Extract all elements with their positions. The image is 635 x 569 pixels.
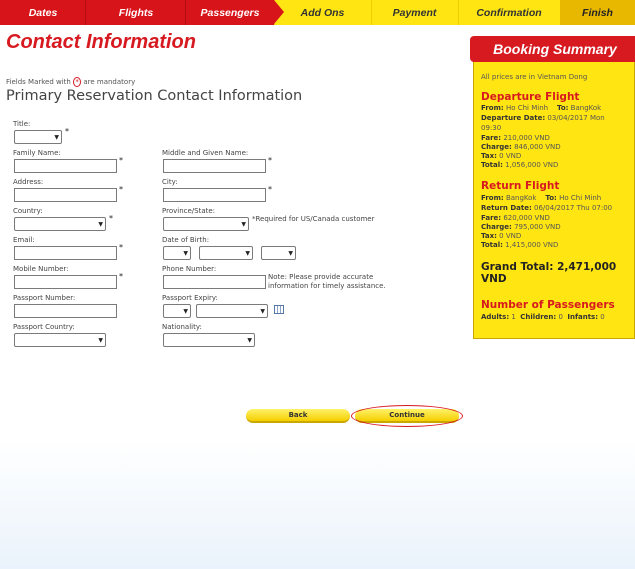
given-name-input[interactable] — [163, 159, 266, 173]
city-input[interactable] — [163, 188, 266, 202]
return-total: Total: 1,415,000 VND — [481, 241, 559, 249]
return-charge: Charge: 795,000 VND — [481, 223, 561, 231]
departure-total: Total: 1,056,000 VND — [481, 161, 559, 169]
departure-route: From: Ho Chi Minh To: BangKok — [481, 104, 602, 112]
passport-number-input[interactable] — [14, 304, 117, 318]
email-required: * — [119, 243, 123, 252]
return-date: Return Date: 06/04/2017 Thu 07:00 — [481, 204, 613, 212]
passport-number-label: Passport Number: — [13, 294, 76, 302]
title-required: * — [65, 127, 69, 136]
booking-summary-panel: Booking Summary All prices are in Vietna… — [470, 36, 635, 339]
step-flights: Flights — [86, 0, 186, 25]
departure-heading: Departure Flight — [481, 91, 580, 103]
address-required: * — [119, 185, 123, 194]
departure-charge: Charge: 846,000 VND — [481, 143, 561, 151]
given-name-label: Middle and Given Name: — [162, 149, 249, 157]
expiry-day-select[interactable] — [163, 304, 191, 318]
passenger-counts: Adults: 1 Children: 0 Infants: 0 — [481, 313, 605, 321]
page-title: Contact Information — [6, 31, 196, 53]
back-button[interactable]: Back — [246, 409, 350, 423]
calendar-icon[interactable] — [274, 305, 284, 314]
mandatory-star: * — [73, 77, 82, 87]
dob-day-select[interactable] — [163, 246, 191, 260]
passport-expiry-label: Passport Expiry: — [162, 294, 218, 302]
country-select[interactable] — [14, 217, 106, 231]
return-route: From: BangKok To: Ho Chi Minh — [481, 194, 602, 202]
dob-year-select[interactable] — [261, 246, 296, 260]
email-label: Email: — [13, 236, 35, 244]
step-add-ons: Add Ons — [274, 0, 371, 25]
nationality-select[interactable] — [163, 333, 255, 347]
email-input[interactable] — [14, 246, 117, 260]
address-label: Address: — [13, 178, 44, 186]
step-passengers: Passengers — [186, 0, 284, 25]
country-required: * — [109, 214, 113, 223]
currency-note: All prices are in Vietnam Dong — [481, 73, 588, 81]
return-heading: Return Flight — [481, 180, 560, 192]
progress-steps: Dates Flights Passengers Add Ons Payment… — [0, 0, 635, 25]
mandatory-note: Fields Marked with * are mandatory — [6, 77, 136, 87]
departure-date: Departure Date: 03/04/2017 Mon — [481, 114, 605, 122]
phone-note: Note: Please provide accurate information… — [268, 273, 386, 290]
province-label: Province/State: — [162, 207, 216, 215]
section-subtitle: Primary Reservation Contact Information — [6, 88, 303, 104]
mobile-label: Mobile Number: — [13, 265, 69, 273]
departure-fare: Fare: 210,000 VND — [481, 134, 550, 142]
phone-input[interactable] — [163, 275, 266, 289]
return-fare: Fare: 620,000 VND — [481, 214, 550, 222]
step-finish: Finish — [560, 0, 635, 25]
dob-label: Date of Birth: — [162, 236, 210, 244]
city-required: * — [268, 185, 272, 194]
city-label: City: — [162, 178, 178, 186]
passport-country-select[interactable] — [14, 333, 106, 347]
passengers-heading: Number of Passengers — [481, 299, 615, 311]
expiry-month-select[interactable] — [196, 304, 268, 318]
address-input[interactable] — [14, 188, 117, 202]
mobile-required: * — [119, 272, 123, 281]
return-tax: Tax: 0 VND — [481, 232, 522, 240]
province-select[interactable] — [163, 217, 249, 231]
continue-highlight — [351, 405, 463, 427]
country-label: Country: — [13, 207, 43, 215]
passport-country-label: Passport Country: — [13, 323, 75, 331]
family-name-input[interactable] — [14, 159, 117, 173]
grand-total: Grand Total: 2,471,000 VND — [481, 261, 617, 285]
footer-area — [0, 440, 635, 569]
family-name-required: * — [119, 156, 123, 165]
family-name-label: Family Name: — [13, 149, 61, 157]
given-name-required: * — [268, 156, 272, 165]
province-note: *Required for US/Canada customer — [252, 215, 375, 223]
departure-time: 09:30 — [481, 124, 502, 132]
step-payment: Payment — [371, 0, 458, 25]
mobile-input[interactable] — [14, 275, 117, 289]
step-dates: Dates — [0, 0, 86, 25]
departure-tax: Tax: 0 VND — [481, 152, 522, 160]
booking-summary-title: Booking Summary — [470, 36, 635, 62]
dob-month-select[interactable] — [199, 246, 253, 260]
phone-label: Phone Number: — [162, 265, 217, 273]
step-confirmation: Confirmation — [458, 0, 560, 25]
nationality-label: Nationality: — [162, 323, 202, 331]
title-select[interactable] — [14, 130, 62, 144]
title-label: Title: — [13, 120, 31, 128]
